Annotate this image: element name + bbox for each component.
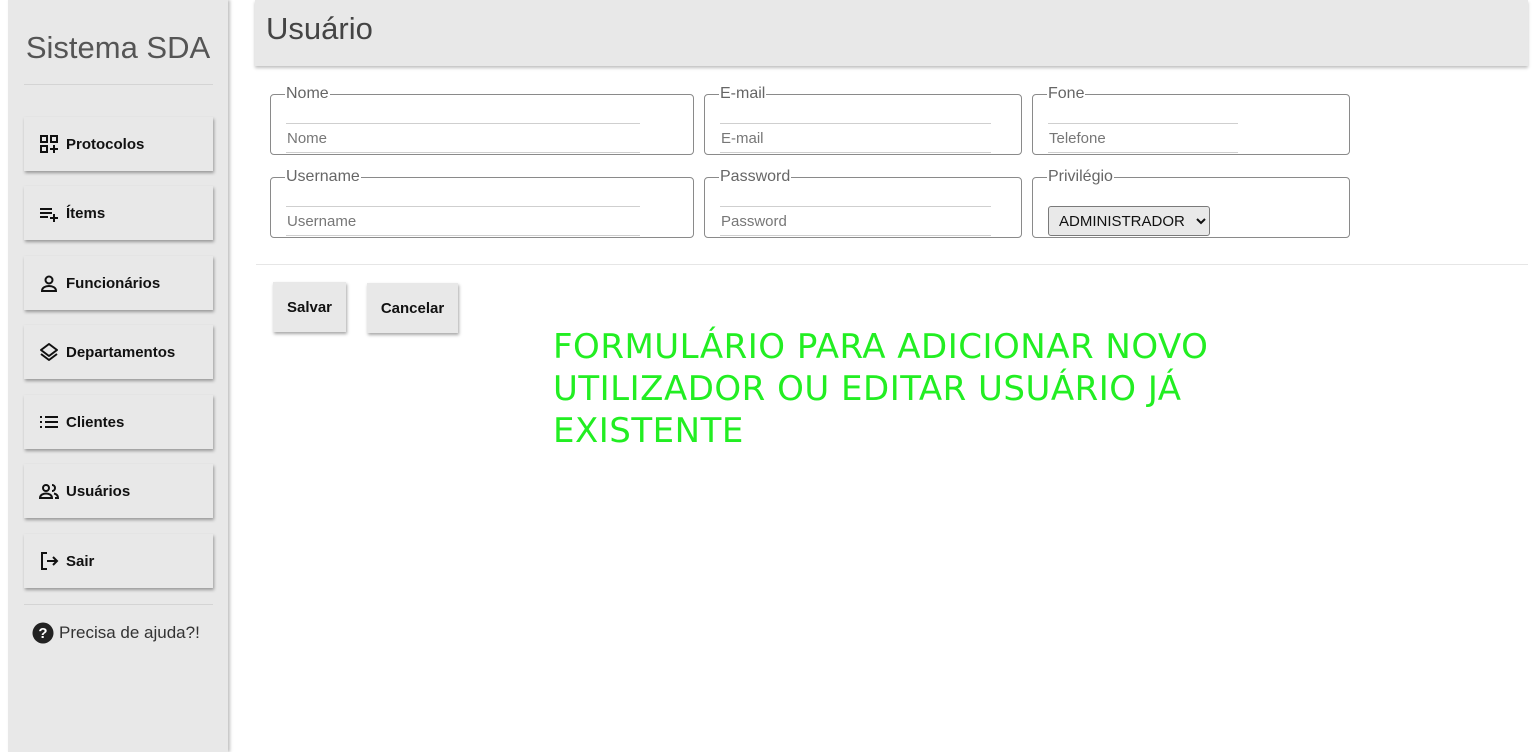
divider [24,604,213,605]
username-input[interactable] [286,206,640,236]
people-icon [39,481,59,501]
logout-icon [39,551,59,571]
help-label: Precisa de ajuda?! [59,623,200,642]
email-fieldset: E-mail [704,85,1022,155]
sidebar-item-label: Ítems [66,204,106,222]
sidebar-item-label: Sair [66,552,95,570]
help-link[interactable]: ? Precisa de ajuda?! [32,622,200,644]
brand-title: Sistema SDA [25,30,211,65]
help-circle-icon: ? [32,622,54,644]
nome-input[interactable] [286,123,640,153]
annotation-text: FORMULÁRIO PARA ADICIONAR NOVO UTILIZADO… [553,327,1209,451]
sidebar-item-items[interactable]: Ítems [24,186,213,240]
sidebar-item-label: Departamentos [66,343,176,361]
username-legend: Username [286,168,360,185]
email-input[interactable] [720,123,991,153]
sidebar-item-funcionarios[interactable]: Funcionários [24,256,213,310]
page-header: Usuário [255,0,1528,66]
privilegio-legend: Privilégio [1048,168,1113,185]
sidebar-item-label: Clientes [66,413,125,431]
list-icon [39,412,59,432]
password-input[interactable] [720,206,991,236]
sidebar-item-usuarios[interactable]: Usuários [24,464,213,518]
sidebar-item-label: Protocolos [66,135,145,153]
sidebar-item-label: Funcionários [66,274,161,292]
password-fieldset: Password [704,168,1022,238]
nome-fieldset: Nome [270,85,694,155]
grid-add-icon [39,134,59,154]
playlist-add-icon [39,203,59,223]
divider [256,264,1528,265]
cancel-button[interactable]: Cancelar [367,283,458,333]
nome-legend: Nome [286,85,329,102]
sidebar: Sistema SDA Protocolos Ítems Funcionário… [8,0,228,752]
sidebar-item-protocolos[interactable]: Protocolos [24,117,213,171]
fone-legend: Fone [1048,85,1085,102]
sidebar-item-sair[interactable]: Sair [24,534,213,588]
divider [24,84,213,85]
save-button[interactable]: Salvar [273,282,346,332]
privilegio-fieldset: Privilégio ADMINISTRADOR [1032,168,1350,238]
email-legend: E-mail [720,85,766,102]
person-icon [39,273,59,293]
sidebar-item-departamentos[interactable]: Departamentos [24,325,213,379]
phone-input[interactable] [1048,123,1238,153]
layers-icon [39,342,59,362]
username-fieldset: Username [270,168,694,238]
page-title: Usuário [266,11,373,46]
fone-fieldset: Fone [1032,85,1350,155]
sidebar-item-clientes[interactable]: Clientes [24,395,213,449]
privilege-select[interactable]: ADMINISTRADOR [1048,206,1210,236]
sidebar-item-label: Usuários [66,482,131,500]
password-legend: Password [720,168,791,185]
svg-text:?: ? [38,625,47,642]
